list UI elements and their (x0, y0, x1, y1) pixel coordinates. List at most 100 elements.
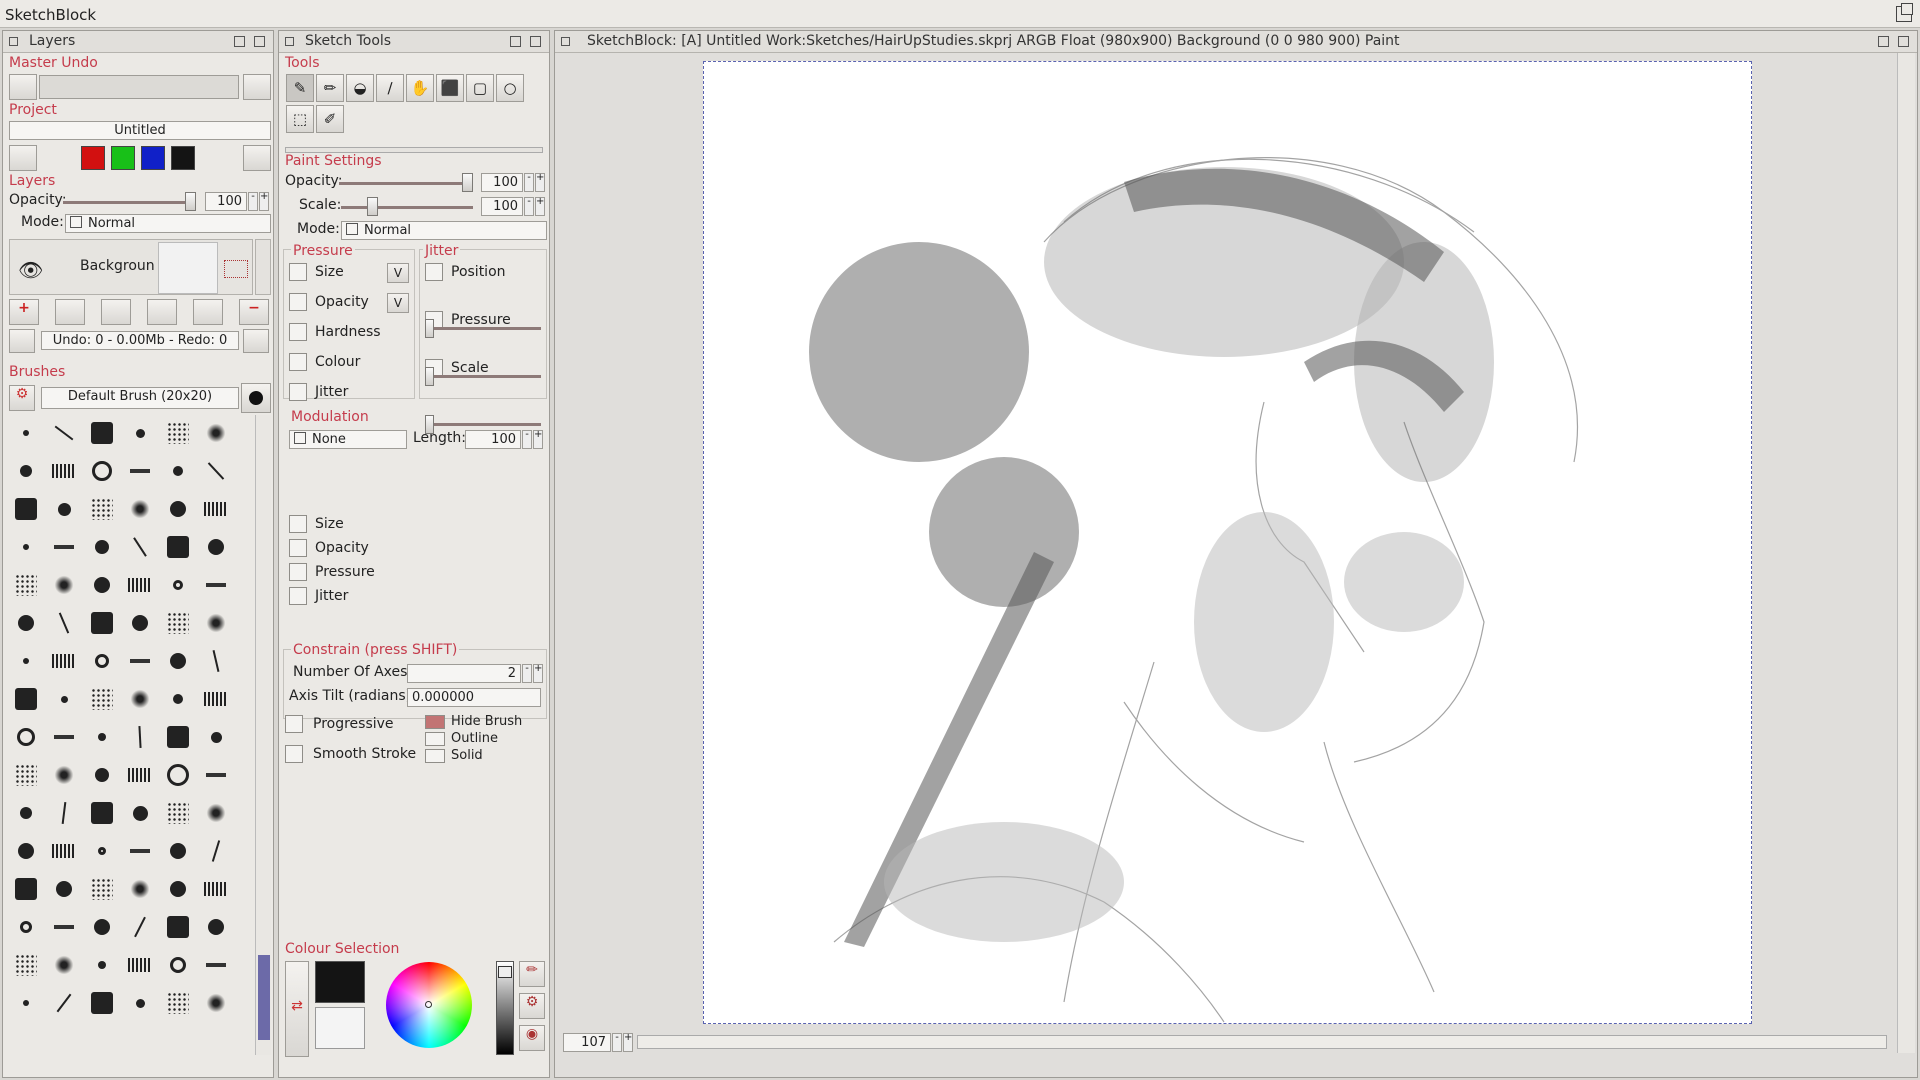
brush-preset[interactable] (83, 528, 121, 566)
background-colour[interactable] (315, 1007, 365, 1049)
brush-preset[interactable] (159, 946, 197, 984)
swap-colours-button[interactable]: ⇄ (285, 961, 309, 1057)
circle-select-icon[interactable]: ○ (496, 74, 524, 102)
brush-preset[interactable] (197, 528, 235, 566)
brush-icon[interactable]: ✎ (286, 74, 314, 102)
brush-preset[interactable] (159, 604, 197, 642)
brush-preset[interactable] (45, 414, 83, 452)
axes-input[interactable]: 2 (407, 664, 521, 683)
pressure-item-checkbox[interactable] (289, 293, 307, 311)
add-layer-button[interactable]: + (9, 299, 39, 325)
brush-preset[interactable] (197, 832, 235, 870)
brush-preset[interactable] (45, 452, 83, 490)
brush-preset[interactable] (197, 566, 235, 604)
brush-preset[interactable] (83, 718, 121, 756)
brush-preset[interactable] (159, 642, 197, 680)
brush-preset[interactable] (45, 832, 83, 870)
paint-scale-slider[interactable] (367, 197, 378, 216)
brush-preset[interactable] (197, 908, 235, 946)
duplicate-layer-button[interactable] (193, 299, 223, 325)
dock-icon[interactable] (254, 36, 265, 47)
layer-list-scrollbar[interactable] (255, 239, 271, 295)
float-icon[interactable] (510, 36, 521, 47)
brush-preset[interactable] (7, 908, 45, 946)
brush-preset[interactable] (197, 870, 235, 908)
dock-icon[interactable] (530, 36, 541, 47)
zoom-increment[interactable]: + (623, 1033, 633, 1052)
brush-preset[interactable] (159, 756, 197, 794)
brush-preset[interactable] (121, 718, 159, 756)
brush-preset[interactable] (7, 528, 45, 566)
brush-preset[interactable] (7, 452, 45, 490)
paint-opacity-increment[interactable]: + (535, 173, 545, 192)
brush-preset[interactable] (121, 756, 159, 794)
scroll-up-icon[interactable] (258, 415, 268, 433)
brush-preset[interactable] (197, 984, 235, 1022)
brush-preset[interactable] (45, 756, 83, 794)
brush-preset[interactable] (7, 566, 45, 604)
delete-layer-button[interactable]: − (239, 299, 269, 325)
modulation-item-checkbox[interactable] (289, 539, 307, 557)
master-redo-button[interactable] (243, 74, 271, 100)
jitter-item-checkbox[interactable] (425, 263, 443, 281)
hand-icon[interactable]: ✋ (406, 74, 434, 102)
eyedropper-button[interactable]: ✏ (519, 961, 545, 987)
brush-preset[interactable] (197, 414, 235, 452)
dock-icon[interactable] (1898, 36, 1909, 47)
brush-preset[interactable] (159, 870, 197, 908)
brush-preset[interactable] (7, 680, 45, 718)
brush-preset[interactable] (83, 566, 121, 604)
brush-preset[interactable] (121, 414, 159, 452)
modulation-item-checkbox[interactable] (289, 587, 307, 605)
brush-preset[interactable] (159, 414, 197, 452)
brush-preview-button[interactable] (241, 383, 271, 413)
brush-preset[interactable] (159, 794, 197, 832)
project-name-field[interactable]: Untitled (9, 121, 271, 140)
jitter-slider[interactable] (425, 319, 434, 338)
brush-preset[interactable] (7, 946, 45, 984)
brush-preset[interactable] (159, 566, 197, 604)
axes-increment[interactable]: + (533, 664, 543, 683)
brush-preset[interactable] (83, 490, 121, 528)
modulation-select[interactable]: None (289, 430, 407, 449)
brush-preset[interactable] (121, 794, 159, 832)
brush-preset[interactable] (45, 908, 83, 946)
drawing-canvas[interactable] (703, 61, 1752, 1024)
brush-preset[interactable] (45, 490, 83, 528)
brush-preset[interactable] (7, 832, 45, 870)
canvas-vertical-scrollbar[interactable] (1897, 53, 1915, 1053)
solid-radio[interactable] (425, 749, 445, 763)
layer-opacity-input[interactable]: 100 (205, 192, 247, 211)
brush-preset[interactable] (121, 604, 159, 642)
brush-preset[interactable] (121, 832, 159, 870)
fill-icon[interactable]: ⬛ (436, 74, 464, 102)
layer-properties-button[interactable] (101, 299, 131, 325)
brush-preset[interactable] (121, 642, 159, 680)
brush-preset[interactable] (121, 680, 159, 718)
foreground-colour[interactable] (315, 961, 365, 1003)
brush-preset[interactable] (7, 984, 45, 1022)
brush-preset[interactable] (197, 452, 235, 490)
brush-preset[interactable] (121, 528, 159, 566)
brush-preset[interactable] (159, 718, 197, 756)
brush-preset[interactable] (7, 642, 45, 680)
knife-icon[interactable]: ∕ (376, 74, 404, 102)
axes-decrement[interactable]: - (522, 664, 532, 683)
pressure-item-checkbox[interactable] (289, 353, 307, 371)
layer-opacity-slider[interactable] (185, 192, 196, 211)
brush-preset[interactable] (7, 756, 45, 794)
brush-scrollbar[interactable] (255, 415, 271, 1055)
pin-icon[interactable] (285, 37, 294, 46)
length-increment[interactable]: + (533, 430, 543, 449)
canvas-horizontal-scrollbar[interactable] (637, 1035, 1887, 1049)
project-redo-button[interactable] (243, 145, 271, 171)
eyedropper-icon[interactable]: ✐ (316, 105, 344, 133)
brush-preset[interactable] (121, 490, 159, 528)
length-input[interactable]: 100 (465, 430, 521, 449)
pressure-item-checkbox[interactable] (289, 323, 307, 341)
brush-preset[interactable] (197, 490, 235, 528)
brush-preset[interactable] (121, 452, 159, 490)
palette-button[interactable]: ◉ (519, 1025, 545, 1051)
modulation-item-checkbox[interactable] (289, 515, 307, 533)
brush-preset[interactable] (83, 604, 121, 642)
